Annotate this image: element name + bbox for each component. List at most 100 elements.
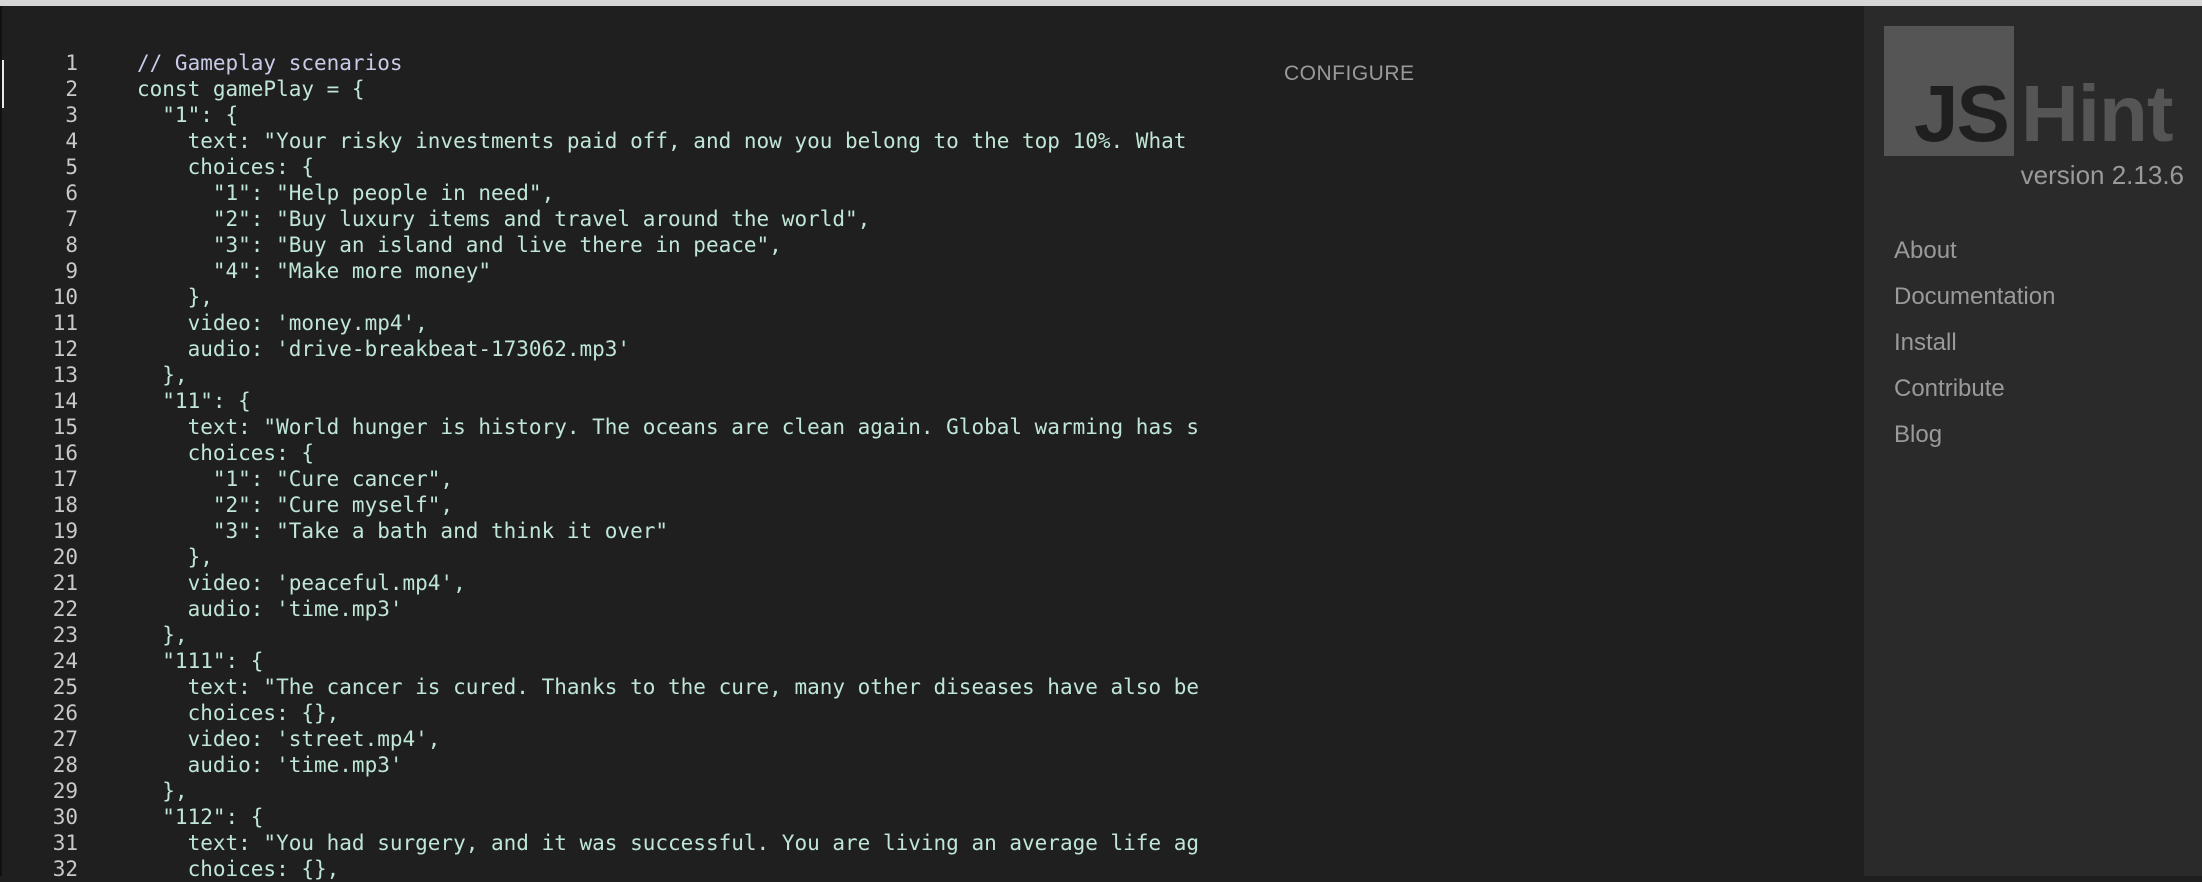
code-text: audio: 'time.mp3' <box>137 597 403 621</box>
code-text: text: "Your risky investments paid off, … <box>137 129 1187 153</box>
line-number: 28 <box>52 753 78 777</box>
nav-about[interactable]: About <box>1894 228 2055 274</box>
code-line[interactable]: 10 }, <box>2 284 1247 310</box>
line-number: 10 <box>52 285 78 309</box>
code-line[interactable]: 20 }, <box>2 544 1247 570</box>
code-text: text: "World hunger is history. The ocea… <box>137 415 1200 439</box>
code-line[interactable]: 15 text: "World hunger is history. The o… <box>2 414 1247 440</box>
line-number: 16 <box>52 441 78 465</box>
code-line[interactable]: 26 choices: {}, <box>2 700 1247 726</box>
code-text: text: "You had surgery, and it was succe… <box>137 831 1200 855</box>
code-line[interactable]: 16 choices: { <box>2 440 1247 466</box>
line-number: 15 <box>52 415 78 439</box>
code-text: choices: {}, <box>137 701 340 725</box>
line-number: 29 <box>52 779 78 803</box>
line-number: 19 <box>52 519 78 543</box>
line-number: 18 <box>52 493 78 517</box>
line-number: 24 <box>52 649 78 673</box>
code-text: video: 'money.mp4', <box>137 311 428 335</box>
nav-documentation[interactable]: Documentation <box>1894 274 2055 320</box>
code-line[interactable]: 30 "112": { <box>2 804 1247 830</box>
code-text: }, <box>137 285 213 309</box>
code-text: "3": "Take a bath and think it over" <box>137 519 669 543</box>
line-number: 3 <box>65 103 78 127</box>
code-line[interactable]: 12 audio: 'drive-breakbeat-173062.mp3' <box>2 336 1247 362</box>
code-line[interactable]: 27 video: 'street.mp4', <box>2 726 1247 752</box>
code-line[interactable]: 18 "2": "Cure myself", <box>2 492 1247 518</box>
code-line[interactable]: 21 video: 'peaceful.mp4', <box>2 570 1247 596</box>
code-line[interactable]: 32 choices: {}, <box>2 856 1247 882</box>
code-text: video: 'peaceful.mp4', <box>137 571 466 595</box>
code-text: text: "The cancer is cured. Thanks to th… <box>137 675 1200 699</box>
line-number: 14 <box>52 389 78 413</box>
code-text: }, <box>137 623 188 647</box>
code-text: choices: { <box>137 155 315 179</box>
code-line[interactable]: 19 "3": "Take a bath and think it over" <box>2 518 1247 544</box>
version-label: version 2.13.6 <box>2020 160 2184 190</box>
line-number: 12 <box>52 337 78 361</box>
code-text: "1": "Cure cancer", <box>137 467 454 491</box>
code-text: "2": "Buy luxury items and travel around… <box>137 207 871 231</box>
line-number: 2 <box>65 77 78 101</box>
line-number: 7 <box>65 207 78 231</box>
line-number: 20 <box>52 545 78 569</box>
line-number: 4 <box>65 129 78 153</box>
code-text: audio: 'drive-breakbeat-173062.mp3' <box>137 337 631 361</box>
line-number: 32 <box>52 857 78 881</box>
code-line[interactable]: 2 const gamePlay = { <box>2 76 1247 102</box>
code-line[interactable]: 7 "2": "Buy luxury items and travel arou… <box>2 206 1247 232</box>
code-line[interactable]: 11 video: 'money.mp4', <box>2 310 1247 336</box>
code-viewport[interactable]: 1 // Gameplay scenarios 2 const gamePlay = … <box>2 50 1247 882</box>
code-text: "2": "Cure myself", <box>137 493 454 517</box>
line-number: 13 <box>52 363 78 387</box>
code-line[interactable]: 31 text: "You had surgery, and it was su… <box>2 830 1247 856</box>
code-text: choices: {}, <box>137 857 340 881</box>
code-line[interactable]: 17 "1": "Cure cancer", <box>2 466 1247 492</box>
line-number: 30 <box>52 805 78 829</box>
jshint-logo[interactable]: JS Hint <box>1884 26 2202 156</box>
nav-install[interactable]: Install <box>1894 320 2055 366</box>
line-number: 23 <box>52 623 78 647</box>
code-line[interactable]: 8 "3": "Buy an island and live there in … <box>2 232 1247 258</box>
nav-contribute[interactable]: Contribute <box>1894 366 2055 412</box>
sidebar: JS Hint version 2.13.6 About Documentati… <box>1864 6 2202 876</box>
line-number: 8 <box>65 233 78 257</box>
configure-button[interactable]: CONFIGURE <box>1284 62 1415 86</box>
nav-blog[interactable]: Blog <box>1894 412 2055 458</box>
code-editor[interactable]: 1 // Gameplay scenarios 2 const gamePlay = … <box>0 6 1864 881</box>
line-number: 9 <box>65 259 78 283</box>
code-line[interactable]: 3 "1": { <box>2 102 1247 128</box>
code-line[interactable]: 4 text: "Your risky investments paid off… <box>2 128 1247 154</box>
logo-hint-text: Hint <box>2021 69 2174 158</box>
code-line[interactable]: 29 }, <box>2 778 1247 804</box>
code-text: choices: { <box>137 441 315 465</box>
line-number: 11 <box>52 311 78 335</box>
code-text: video: 'street.mp4', <box>137 727 441 751</box>
code-line[interactable]: 25 text: "The cancer is cured. Thanks to… <box>2 674 1247 700</box>
code-line[interactable]: 24 "111": { <box>2 648 1247 674</box>
code-line[interactable]: 6 "1": "Help people in need", <box>2 180 1247 206</box>
logo-js-text: JS <box>1914 69 2010 158</box>
code-line[interactable]: 5 choices: { <box>2 154 1247 180</box>
line-number: 6 <box>65 181 78 205</box>
code-line[interactable]: 23 }, <box>2 622 1247 648</box>
code-line[interactable]: 1 // Gameplay scenarios <box>2 50 1247 76</box>
code-line[interactable]: 22 audio: 'time.mp3' <box>2 596 1247 622</box>
line-number: 17 <box>52 467 78 491</box>
line-number: 27 <box>52 727 78 751</box>
line-number: 31 <box>52 831 78 855</box>
code-line[interactable]: 28 audio: 'time.mp3' <box>2 752 1247 778</box>
line-number: 21 <box>52 571 78 595</box>
code-line[interactable]: 13 }, <box>2 362 1247 388</box>
line-number: 26 <box>52 701 78 725</box>
line-number: 1 <box>65 51 78 75</box>
code-line[interactable]: 14 "11": { <box>2 388 1247 414</box>
code-text: "1": "Help people in need", <box>137 181 555 205</box>
line-number: 25 <box>52 675 78 699</box>
code-line[interactable]: 9 "4": "Make more money" <box>2 258 1247 284</box>
code-text: const gamePlay = { <box>137 77 365 101</box>
code-text: "1": { <box>137 103 239 127</box>
code-text: "112": { <box>137 805 264 829</box>
code-text: }, <box>137 779 188 803</box>
code-text: // Gameplay scenarios <box>137 51 403 75</box>
